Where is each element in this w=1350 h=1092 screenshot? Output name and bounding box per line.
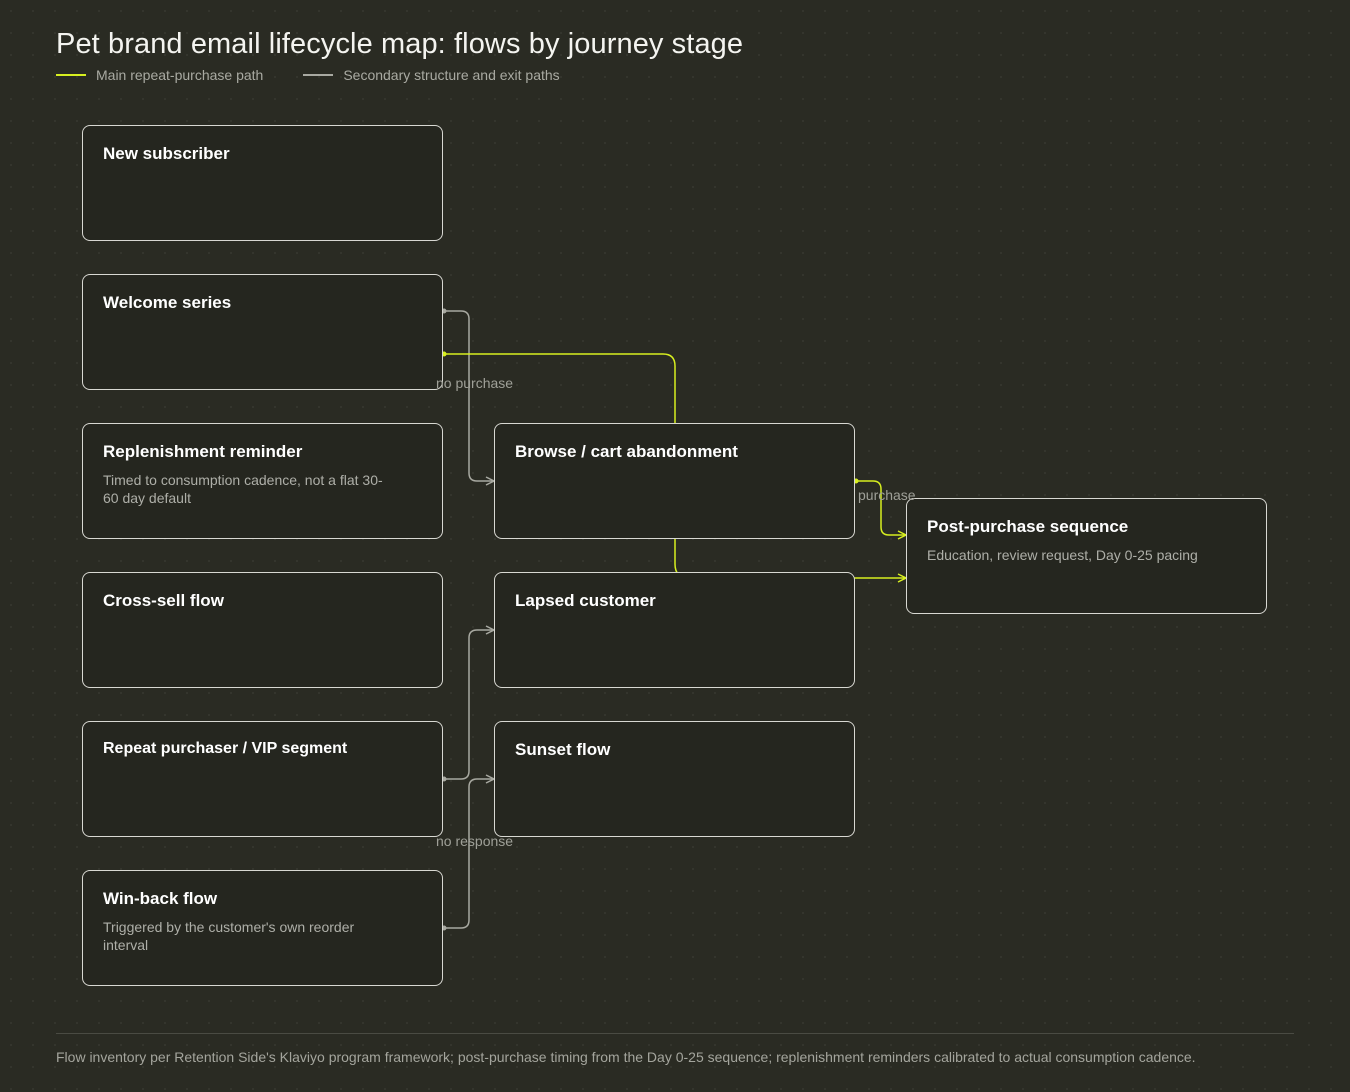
edge-label-no-purchase: no purchase [436,375,514,391]
edge-winback-to-sunset [443,779,494,929]
node-sunset-flow: Sunset flow [494,721,855,837]
node-title: Repeat purchaser / VIP segment [103,740,348,757]
node-cross-sell-flow: Cross-sell flow [82,572,443,688]
node-title: Sunset flow [515,740,611,759]
node-title: Welcome series [103,293,232,312]
node-repeat-purchaser-vip: Repeat purchaser / VIP segment [82,721,443,837]
node-title: Browse / cart abandonment [515,442,738,461]
edge-label-purchase: purchase [858,487,916,503]
footer-divider [56,1033,1294,1034]
node-description: Education, review request, Day 0-25 paci… [927,547,1198,563]
node-title: Win-back flow [103,889,218,908]
node-post-purchase-sequence: Post-purchase sequence Education, review… [906,498,1267,614]
node-browse-cart-abandonment: Browse / cart abandonment [494,423,855,539]
node-description: Triggered by the customer's own reorder … [103,919,355,953]
edge-label-no-response: no response [436,833,514,849]
edge-repeat-to-lapsed [443,630,494,780]
node-win-back-flow: Win-back flow Triggered by the customer'… [82,870,443,986]
node-description: Timed to consumption cadence, not a flat… [103,472,383,506]
node-title: Replenishment reminder [103,442,303,461]
node-title: Post-purchase sequence [927,517,1129,536]
node-new-subscriber: New subscriber [82,125,443,241]
node-replenishment-reminder: Replenishment reminder Timed to consumpt… [82,423,443,539]
footer-source-note: Flow inventory per Retention Side's Klav… [56,1049,1196,1065]
node-title: Lapsed customer [515,591,656,610]
node-welcome-series: Welcome series [82,274,443,390]
node-lapsed-customer: Lapsed customer [494,572,855,688]
edge-welcome-to-browse [443,310,494,481]
node-title: Cross-sell flow [103,591,224,610]
node-title: New subscriber [103,144,230,163]
